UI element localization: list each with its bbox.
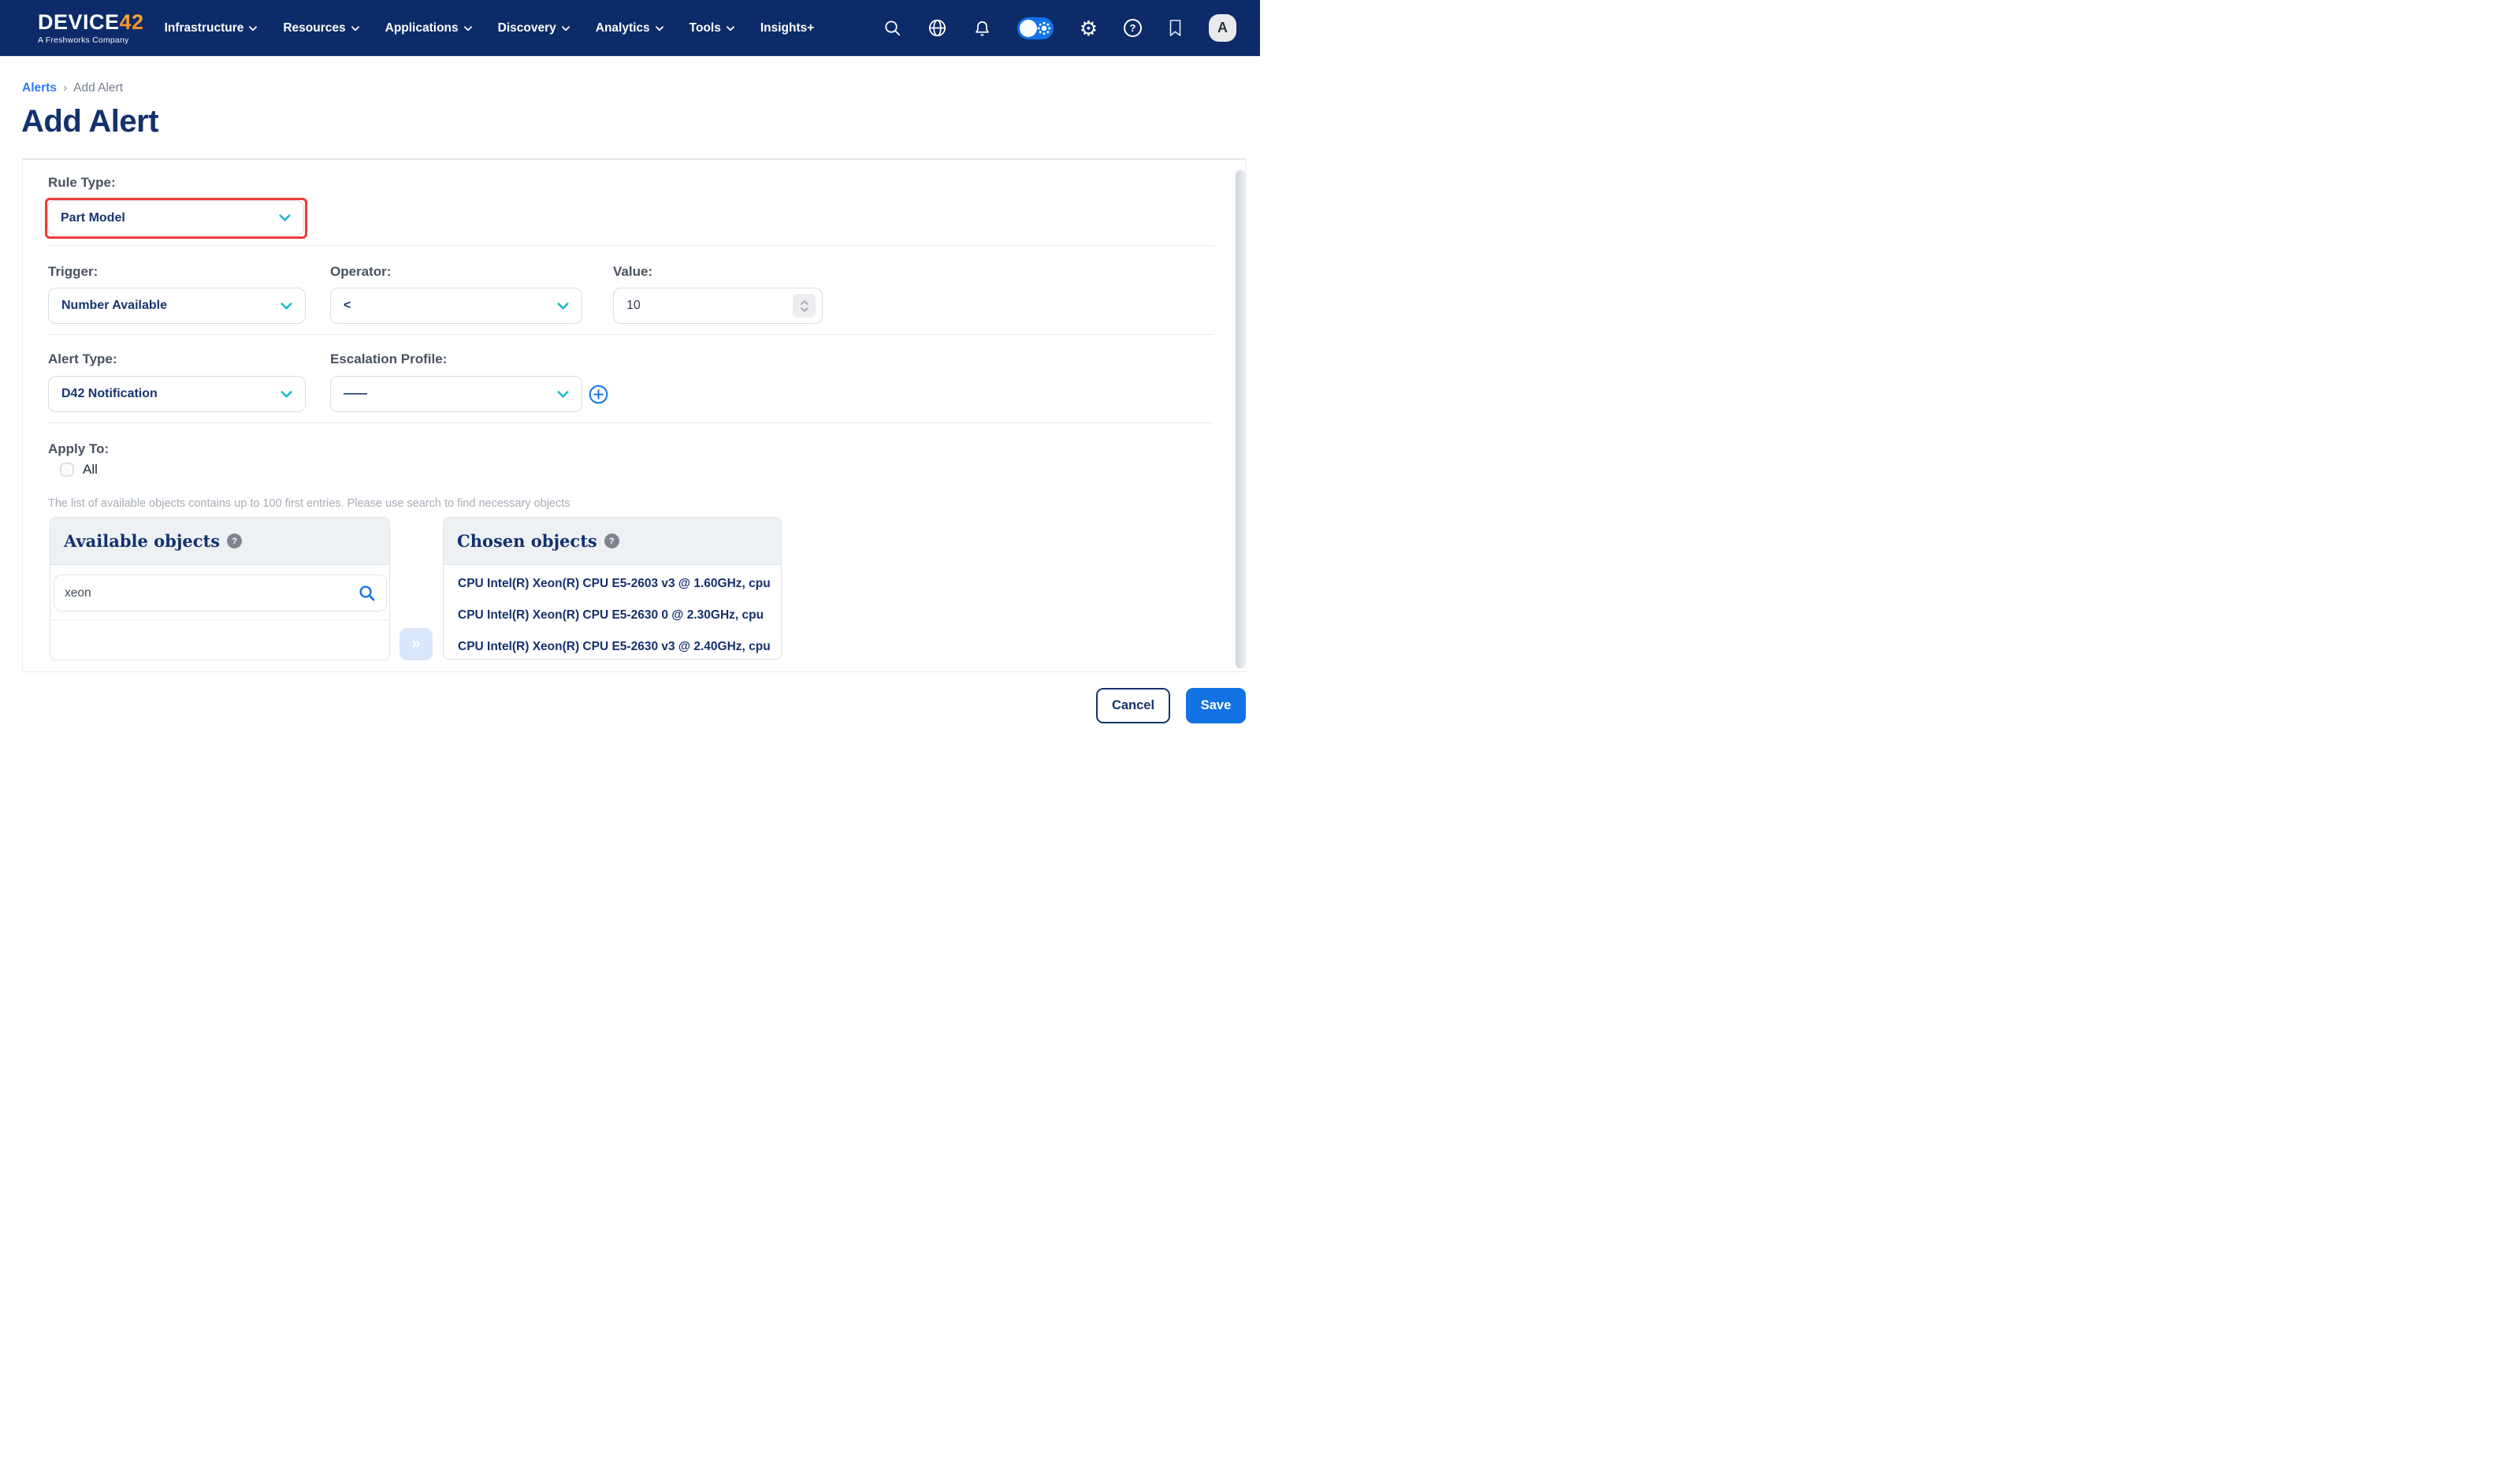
nav-icon-cluster: ⚙ ? A bbox=[883, 14, 1236, 42]
divider bbox=[48, 422, 1214, 423]
chevron-down-icon bbox=[351, 26, 359, 32]
available-objects-panel: Available objects ? bbox=[50, 517, 390, 660]
list-item[interactable]: CPU Intel(R) Xeon(R) CPU E5-2603 v3 @ 1.… bbox=[444, 568, 781, 600]
chevron-down-icon bbox=[281, 303, 292, 310]
escalation-profile-select[interactable]: —— bbox=[330, 376, 582, 412]
rule-type-select[interactable]: Part Model bbox=[47, 200, 304, 236]
list-item[interactable]: CPU Intel(R) Xeon(R) CPU E5-2630 0 @ 2.3… bbox=[444, 600, 781, 631]
page-scrollbar[interactable] bbox=[1236, 170, 1246, 668]
add-alert-page: DEVICE42 A Freshworks Company Infrastruc… bbox=[0, 0, 1260, 730]
chosen-objects-list: CPU Intel(R) Xeon(R) CPU E5-2603 v3 @ 1.… bbox=[444, 565, 781, 663]
apply-to-all-checkbox[interactable] bbox=[60, 463, 74, 477]
search-icon[interactable] bbox=[883, 19, 901, 37]
avatar[interactable]: A bbox=[1209, 14, 1236, 42]
alert-type-label: Alert Type: bbox=[48, 351, 117, 367]
add-escalation-profile-button[interactable] bbox=[589, 385, 608, 404]
device42-logo[interactable]: DEVICE42 A Freshworks Company bbox=[38, 12, 144, 45]
value-input[interactable] bbox=[626, 299, 768, 313]
rule-type-highlight: Part Model bbox=[45, 198, 307, 239]
theme-toggle[interactable] bbox=[1017, 17, 1054, 39]
menu-tools[interactable]: Tools bbox=[689, 21, 734, 35]
available-objects-search-wrap bbox=[54, 574, 387, 612]
logo-number: 42 bbox=[120, 10, 144, 34]
apply-to-label: Apply To: bbox=[48, 441, 109, 457]
divider bbox=[50, 619, 389, 620]
chevron-down-icon bbox=[279, 214, 291, 221]
chevron-up-icon bbox=[801, 300, 808, 305]
help-icon[interactable]: ? bbox=[227, 533, 242, 548]
divider bbox=[48, 334, 1214, 335]
rule-type-label: Rule Type: bbox=[48, 175, 116, 191]
trigger-label: Trigger: bbox=[48, 264, 98, 280]
help-icon[interactable]: ? bbox=[604, 533, 619, 548]
logo-text: DEVICE bbox=[38, 10, 120, 34]
logo-wordmark: DEVICE42 bbox=[38, 12, 144, 33]
objects-note: The list of available objects contains u… bbox=[48, 497, 571, 510]
trigger-select[interactable]: Number Available bbox=[48, 288, 306, 324]
globe-icon[interactable] bbox=[927, 18, 947, 38]
breadcrumb: Alerts › Add Alert bbox=[22, 81, 123, 95]
available-objects-title: Available objects bbox=[64, 531, 220, 551]
value-stepper[interactable] bbox=[793, 294, 816, 318]
escalation-profile-label: Escalation Profile: bbox=[330, 351, 447, 367]
menu-infrastructure[interactable]: Infrastructure bbox=[165, 21, 258, 35]
menu-resources[interactable]: Resources bbox=[283, 21, 359, 35]
divider bbox=[48, 245, 1214, 246]
bell-icon[interactable] bbox=[973, 19, 991, 38]
alert-type-select[interactable]: D42 Notification bbox=[48, 376, 306, 412]
chosen-objects-title: Chosen objects bbox=[457, 531, 597, 551]
help-icon[interactable]: ? bbox=[1124, 19, 1142, 37]
value-field-wrap bbox=[613, 288, 823, 324]
chevron-down-icon bbox=[557, 303, 569, 310]
value-label: Value: bbox=[613, 264, 652, 280]
chevron-down-icon bbox=[727, 26, 734, 32]
chevron-down-icon bbox=[562, 26, 570, 32]
menu-discovery[interactable]: Discovery bbox=[498, 21, 570, 35]
chevron-down-icon bbox=[801, 307, 808, 312]
transfer-right-button[interactable]: » bbox=[400, 628, 433, 660]
bookmark-icon[interactable] bbox=[1168, 19, 1183, 37]
page-title: Add Alert bbox=[21, 104, 158, 139]
search-icon[interactable] bbox=[359, 585, 376, 602]
menu-analytics[interactable]: Analytics bbox=[596, 21, 663, 35]
toggle-knob bbox=[1020, 20, 1037, 37]
chevron-down-icon bbox=[656, 26, 663, 32]
top-nav: DEVICE42 A Freshworks Company Infrastruc… bbox=[0, 0, 1260, 57]
chevron-down-icon bbox=[464, 26, 472, 32]
available-objects-search-input[interactable] bbox=[65, 586, 359, 600]
menu-applications[interactable]: Applications bbox=[385, 21, 472, 35]
save-button[interactable]: Save bbox=[1186, 688, 1246, 723]
chosen-objects-panel: Chosen objects ? CPU Intel(R) Xeon(R) CP… bbox=[443, 517, 782, 660]
chevron-down-icon bbox=[281, 391, 292, 398]
operator-label: Operator: bbox=[330, 264, 391, 280]
operator-select[interactable]: < bbox=[330, 288, 582, 324]
chosen-objects-header: Chosen objects ? bbox=[444, 518, 781, 565]
breadcrumb-current: Add Alert bbox=[73, 81, 123, 95]
breadcrumb-alerts-link[interactable]: Alerts bbox=[22, 81, 57, 95]
menu-insights[interactable]: Insights+ bbox=[760, 21, 814, 35]
add-alert-form-card: Rule Type: Part Model Trigger: Operator:… bbox=[22, 158, 1247, 672]
chevron-down-icon bbox=[249, 26, 257, 32]
available-objects-header: Available objects ? bbox=[50, 518, 389, 565]
logo-tagline: A Freshworks Company bbox=[38, 36, 144, 45]
chevron-down-icon bbox=[557, 391, 569, 398]
gear-icon[interactable]: ⚙ bbox=[1080, 18, 1098, 39]
apply-to-all-label: All bbox=[83, 462, 98, 478]
cancel-button[interactable]: Cancel bbox=[1096, 688, 1170, 723]
list-item[interactable]: CPU Intel(R) Xeon(R) CPU E5-2630 v3 @ 2.… bbox=[444, 631, 781, 663]
breadcrumb-separator: › bbox=[63, 81, 67, 95]
main-menu: Infrastructure Resources Applications Di… bbox=[165, 21, 815, 35]
